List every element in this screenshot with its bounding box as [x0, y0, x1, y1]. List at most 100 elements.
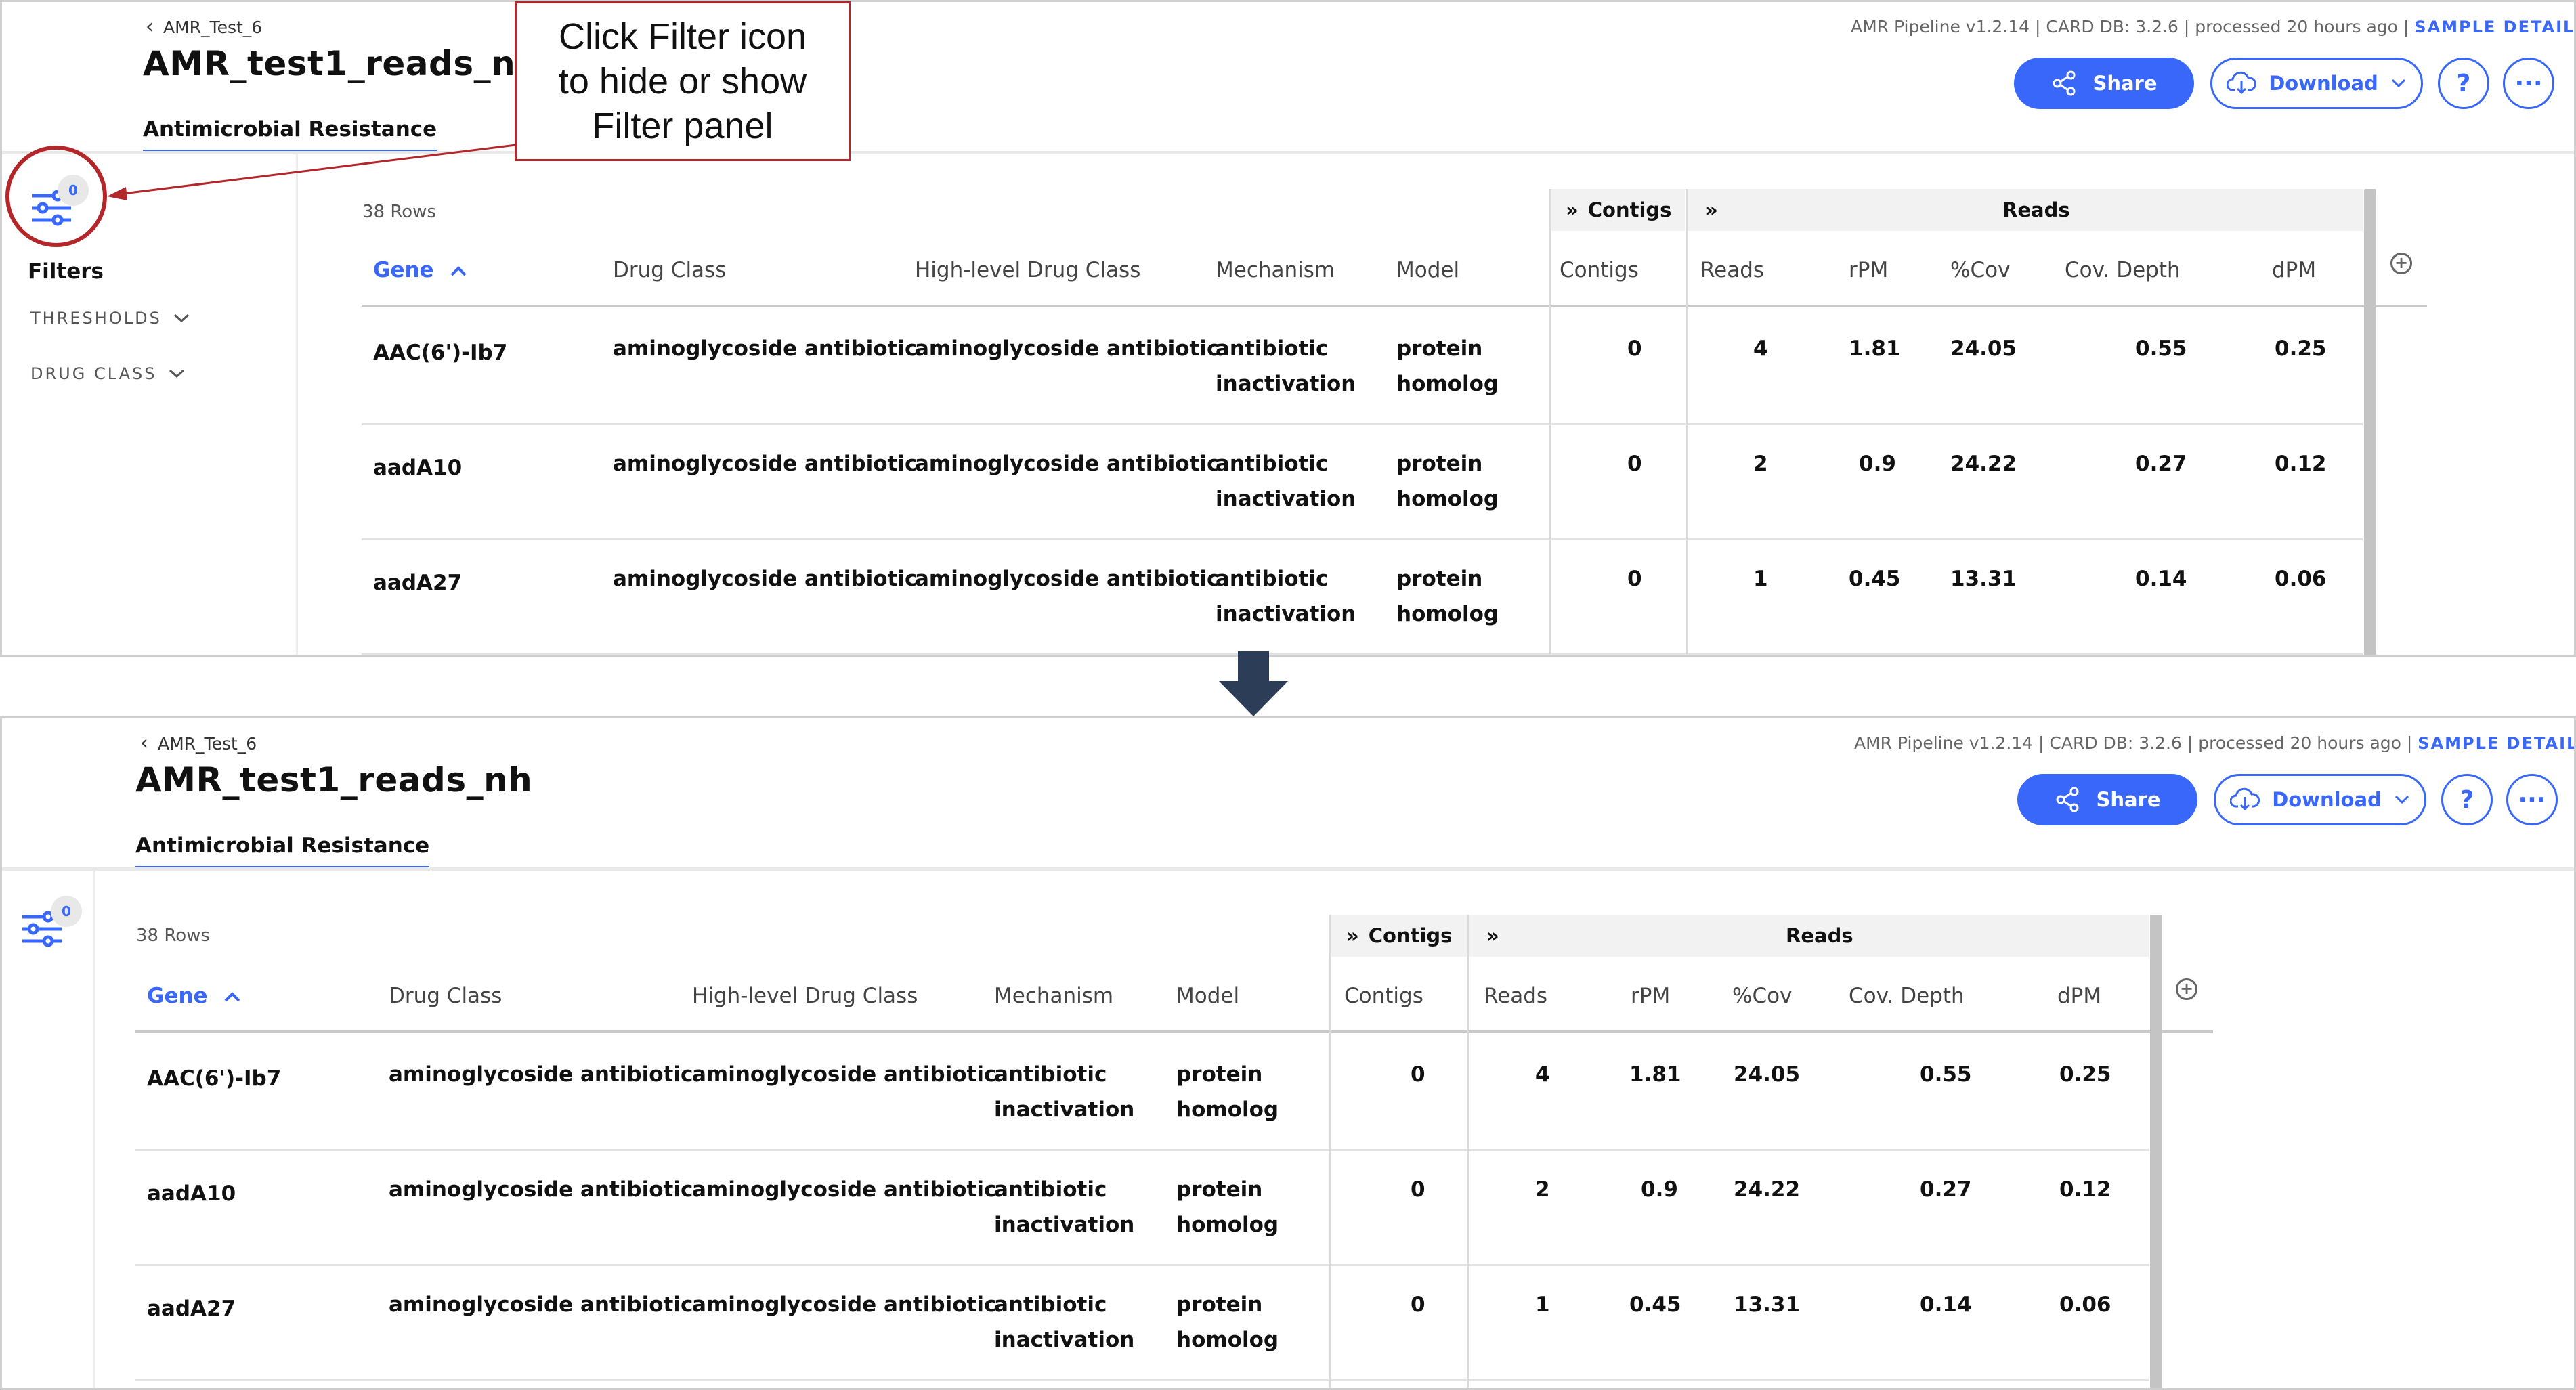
cell-model: homolog — [1176, 1328, 1279, 1352]
cell-high-level-drug-class: aminoglycoside antibiotic — [915, 336, 1220, 361]
cell-reads: 1 — [1535, 1293, 1550, 1317]
expand-icon[interactable]: » — [1486, 924, 1499, 947]
row-divider — [135, 1149, 2149, 1151]
header-divider — [135, 1030, 2213, 1033]
add-column-icon[interactable]: + — [2176, 978, 2197, 1000]
cell-model: protein — [1396, 567, 1483, 591]
annotation-callout: Click Filter icon to hide or show Filter… — [515, 1, 851, 161]
callout-line-1: Click Filter icon — [558, 16, 807, 57]
cell-reads: 4 — [1753, 336, 1768, 361]
cell-mechanism: inactivation — [1216, 487, 1356, 511]
column-header-cov-depth[interactable]: Cov. Depth — [2065, 258, 2181, 282]
column-header-cov[interactable]: %Cov — [1732, 984, 1792, 1008]
table-scrollbar[interactable] — [2364, 189, 2376, 655]
column-header-high-level-drug-class[interactable]: High-level Drug Class — [915, 258, 1140, 282]
column-header-contigs[interactable]: Contigs — [1560, 258, 1639, 282]
highlight-circle — [5, 146, 107, 247]
cell-gene: aadA10 — [373, 456, 463, 480]
cell-cov-depth: 0.14 — [2135, 567, 2187, 591]
cell-rpm: 1.81 — [1849, 336, 1901, 361]
cell-reads: 1 — [1753, 567, 1768, 591]
cell-contigs: 0 — [1627, 452, 1642, 476]
cell-gene: aadA27 — [147, 1297, 236, 1321]
column-header-cov[interactable]: %Cov — [1950, 258, 2010, 282]
down-arrow-icon — [1219, 651, 1288, 716]
cell-drug-class: aminoglycoside antibiotic — [613, 336, 918, 361]
column-header-high-level-drug-class[interactable]: High-level Drug Class — [692, 984, 918, 1008]
cell-mechanism: antibiotic — [1216, 452, 1329, 476]
row-divider — [135, 1379, 2149, 1381]
cell-contigs: 0 — [1411, 1177, 1425, 1202]
expand-icon[interactable]: » — [1566, 198, 1579, 221]
cell-rpm: 0.45 — [1629, 1293, 1681, 1317]
cell-drug-class: aminoglycoside antibiotic — [389, 1062, 693, 1087]
cell-model: protein — [1176, 1293, 1263, 1317]
cell-model: homolog — [1396, 602, 1499, 626]
column-divider — [1686, 189, 1688, 655]
sort-up-icon — [450, 266, 467, 276]
cell-model: homolog — [1176, 1213, 1279, 1237]
cell-model: homolog — [1176, 1098, 1279, 1122]
cell-drug-class: aminoglycoside antibiotic — [613, 452, 918, 476]
cell-cov: 24.22 — [1734, 1177, 1801, 1202]
cell-mechanism: antibiotic — [1216, 567, 1329, 591]
amr-table: 38 Rows » Contigs » Reads Gene Drug Clas… — [2, 2, 2574, 655]
cell-rpm: 0.9 — [1641, 1177, 1678, 1202]
cell-mechanism: antibiotic — [994, 1293, 1107, 1317]
expand-icon[interactable]: » — [1346, 924, 1359, 947]
column-divider — [1549, 189, 1551, 655]
column-header-rpm[interactable]: rPM — [1849, 258, 1888, 282]
contigs-group-header[interactable]: » Contigs — [1551, 189, 1685, 231]
column-header-model[interactable]: Model — [1396, 258, 1459, 282]
cell-mechanism: inactivation — [994, 1213, 1135, 1237]
add-column-icon[interactable]: + — [2390, 253, 2412, 274]
column-divider — [1329, 915, 1331, 1388]
cell-reads: 2 — [1535, 1177, 1550, 1202]
cell-contigs: 0 — [1411, 1293, 1425, 1317]
callout-line-3: Filter panel — [592, 106, 773, 146]
cell-cov-depth: 0.55 — [2135, 336, 2187, 361]
column-header-drug-class[interactable]: Drug Class — [389, 984, 502, 1008]
reads-group-header[interactable]: » Reads — [1688, 189, 2363, 231]
cell-dpm: 0.12 — [2275, 452, 2327, 476]
reads-group-label: Reads — [1786, 924, 1853, 947]
cell-dpm: 0.06 — [2059, 1293, 2111, 1317]
cell-cov-depth: 0.27 — [1920, 1177, 1972, 1202]
cell-cov-depth: 0.14 — [1920, 1293, 1972, 1317]
column-header-gene[interactable]: Gene — [373, 258, 468, 282]
rows-count: 38 Rows — [136, 926, 210, 946]
column-header-dpm[interactable]: dPM — [2272, 258, 2316, 282]
callout-line-2: to hide or show — [558, 61, 807, 102]
cell-gene: aadA10 — [147, 1181, 236, 1206]
column-header-drug-class[interactable]: Drug Class — [613, 258, 726, 282]
cell-rpm: 0.9 — [1859, 452, 1896, 476]
cell-model: homolog — [1396, 487, 1499, 511]
sort-up-icon — [224, 992, 240, 1002]
column-header-contigs[interactable]: Contigs — [1344, 984, 1423, 1008]
cell-high-level-drug-class: aminoglycoside antibiotic — [692, 1293, 997, 1317]
cell-high-level-drug-class: aminoglycoside antibiotic — [692, 1177, 997, 1202]
contigs-group-header[interactable]: » Contigs — [1331, 915, 1467, 957]
cell-cov: 24.22 — [1950, 452, 2017, 476]
column-header-mechanism[interactable]: Mechanism — [994, 984, 1113, 1008]
column-header-gene[interactable]: Gene — [147, 984, 242, 1008]
cell-cov: 13.31 — [1950, 567, 2017, 591]
cell-mechanism: inactivation — [994, 1098, 1135, 1122]
column-header-reads[interactable]: Reads — [1484, 984, 1547, 1008]
cell-gene: AAC(6')-Ib7 — [373, 341, 508, 365]
column-header-rpm[interactable]: rPM — [1631, 984, 1670, 1008]
table-scrollbar[interactable] — [2150, 915, 2162, 1388]
cell-reads: 2 — [1753, 452, 1768, 476]
column-header-reads[interactable]: Reads — [1700, 258, 1764, 282]
cell-model: protein — [1176, 1177, 1263, 1202]
reads-group-header[interactable]: » Reads — [1469, 915, 2149, 957]
column-header-mechanism[interactable]: Mechanism — [1216, 258, 1335, 282]
contigs-group-label: Contigs — [1368, 924, 1453, 947]
cell-contigs: 0 — [1627, 567, 1642, 591]
column-header-dpm[interactable]: dPM — [2057, 984, 2101, 1008]
column-header-cov-depth[interactable]: Cov. Depth — [1849, 984, 1965, 1008]
column-header-model[interactable]: Model — [1176, 984, 1239, 1008]
cell-mechanism: inactivation — [1216, 372, 1356, 396]
cell-model: protein — [1176, 1062, 1263, 1087]
expand-icon[interactable]: » — [1705, 198, 1718, 221]
